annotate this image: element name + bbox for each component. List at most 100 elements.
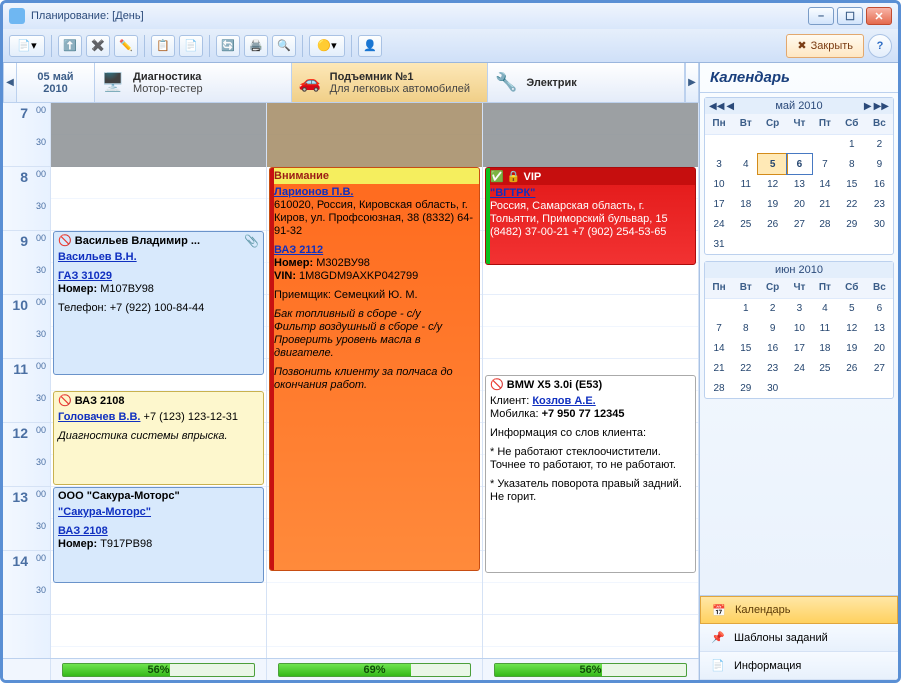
- appointment[interactable]: 🚫 BMW X5 3.0i (E53)Клиент: Козлов А.Е.Мо…: [485, 375, 696, 573]
- calendar-day[interactable]: 6: [866, 298, 893, 318]
- calendar-day[interactable]: 14: [705, 338, 733, 358]
- print-button[interactable]: 🖨️: [244, 35, 268, 57]
- calendar-day[interactable]: 10: [787, 318, 812, 338]
- calendar-day[interactable]: 24: [705, 214, 733, 234]
- calendar-day[interactable]: 8: [733, 318, 758, 338]
- calendar-day[interactable]: 26: [838, 358, 866, 378]
- filter-button[interactable]: 🟡▾: [309, 35, 345, 57]
- resource-header-diag[interactable]: 🖥️ ДиагностикаМотор-тестер: [95, 63, 292, 102]
- client-link[interactable]: "ВГТРК": [490, 187, 535, 199]
- tab-templates[interactable]: 📌Шаблоны заданий: [700, 624, 898, 652]
- lane-elec[interactable]: ✅ 🔒 VIP"ВГТРК"Россия, Самарская область,…: [483, 103, 699, 658]
- calendar-day[interactable]: 22: [733, 358, 758, 378]
- resource-header-lift[interactable]: 🚗 Подъемник №1Для легковых автомобилей: [292, 63, 489, 102]
- copy-button[interactable]: 📋: [151, 35, 175, 57]
- calendar-day[interactable]: 18: [812, 338, 838, 358]
- calendar-day[interactable]: 16: [866, 174, 893, 194]
- calendar-day[interactable]: 25: [812, 358, 838, 378]
- appointment[interactable]: 🚫 ВАЗ 2108Головачев В.В. +7 (123) 123-12…: [53, 391, 264, 485]
- calendar-day[interactable]: 29: [733, 378, 758, 398]
- cal-next-fast-button[interactable]: ▶▶: [874, 101, 889, 112]
- cal-prev-button[interactable]: ◀: [726, 101, 734, 112]
- calendar-day[interactable]: 17: [705, 194, 733, 214]
- calendar-day[interactable]: 13: [866, 318, 893, 338]
- help-button[interactable]: ?: [868, 34, 892, 58]
- car-link[interactable]: ВАЗ 2108: [58, 525, 108, 537]
- calendar-day[interactable]: 22: [838, 194, 866, 214]
- calendar-day[interactable]: 3: [787, 298, 812, 318]
- appointment[interactable]: ✅ 🔒 VIP"ВГТРК"Россия, Самарская область,…: [485, 167, 696, 265]
- calendar-day[interactable]: 27: [787, 214, 812, 234]
- calendar-day[interactable]: 24: [787, 358, 812, 378]
- delete-button[interactable]: ✖️: [86, 35, 110, 57]
- calendar-day[interactable]: 20: [866, 338, 893, 358]
- client-link[interactable]: Козлов А.Е.: [532, 395, 595, 407]
- date-header[interactable]: 05 май 2010: [17, 63, 95, 102]
- lane-lift[interactable]: ВниманиеЛарионов П.В.610020, Россия, Кир…: [267, 103, 483, 658]
- calendar-day[interactable]: 12: [758, 174, 786, 194]
- calendar-day[interactable]: 3: [705, 154, 733, 174]
- move-up-button[interactable]: ⬆️: [58, 35, 82, 57]
- calendar-day[interactable]: 5: [758, 154, 786, 174]
- calendar-day[interactable]: 11: [733, 174, 758, 194]
- calendar-day[interactable]: 27: [866, 358, 893, 378]
- calendar-day[interactable]: 29: [838, 214, 866, 234]
- user-button[interactable]: 👤: [358, 35, 382, 57]
- calendar-day[interactable]: 15: [733, 338, 758, 358]
- calendar-day[interactable]: 28: [812, 214, 838, 234]
- calendar-day[interactable]: 7: [705, 318, 733, 338]
- prev-day-button[interactable]: ◀: [3, 63, 17, 102]
- calendar-day[interactable]: 12: [838, 318, 866, 338]
- paste-button[interactable]: 📄: [179, 35, 203, 57]
- appointment[interactable]: ООО "Сакура-Моторс""Сакура-Моторс"ВАЗ 21…: [53, 487, 264, 583]
- calendar-day[interactable]: 7: [812, 154, 838, 174]
- refresh-button[interactable]: 🔄: [216, 35, 240, 57]
- lane-diag[interactable]: 🚫 Васильев Владимир ...📎Васильев В.Н.ГАЗ…: [51, 103, 267, 658]
- client-link[interactable]: Ларионов П.В.: [274, 186, 353, 198]
- calendar-day[interactable]: 5: [838, 298, 866, 318]
- calendar-day[interactable]: 30: [758, 378, 786, 398]
- close-window-button[interactable]: ✕: [866, 7, 892, 25]
- tab-info[interactable]: 📄Информация: [700, 652, 898, 680]
- calendar-day[interactable]: 26: [758, 214, 786, 234]
- calendar-day[interactable]: 1: [733, 298, 758, 318]
- minimize-button[interactable]: –: [808, 7, 834, 25]
- calendar-day[interactable]: 15: [838, 174, 866, 194]
- cal-prev-fast-button[interactable]: ◀◀: [709, 101, 724, 112]
- calendar-day[interactable]: 10: [705, 174, 733, 194]
- maximize-button[interactable]: ☐: [837, 7, 863, 25]
- appointment[interactable]: 🚫 Васильев Владимир ...📎Васильев В.Н.ГАЗ…: [53, 231, 264, 375]
- calendar-day[interactable]: 30: [866, 214, 893, 234]
- tab-calendar[interactable]: 📅Календарь: [700, 596, 898, 624]
- calendar-day[interactable]: 13: [787, 174, 812, 194]
- calendar-day[interactable]: 23: [758, 358, 786, 378]
- calendar-day[interactable]: 18: [733, 194, 758, 214]
- calendar-day[interactable]: 21: [705, 358, 733, 378]
- calendar-day[interactable]: 31: [705, 234, 733, 254]
- appointment[interactable]: ВниманиеЛарионов П.В.610020, Россия, Кир…: [269, 167, 480, 571]
- next-day-button[interactable]: ▶: [685, 63, 699, 102]
- car-link[interactable]: ГАЗ 31029: [58, 270, 112, 282]
- calendar-day[interactable]: 14: [812, 174, 838, 194]
- car-link[interactable]: ВАЗ 2112: [274, 244, 323, 256]
- calendar-day[interactable]: 4: [812, 298, 838, 318]
- calendar-day[interactable]: 16: [758, 338, 786, 358]
- calendar-day[interactable]: 9: [866, 154, 893, 174]
- calendar-day[interactable]: 6: [787, 154, 812, 174]
- calendar-day[interactable]: 19: [758, 194, 786, 214]
- cal-next-button[interactable]: ▶: [864, 101, 872, 112]
- preview-button[interactable]: 🔍: [272, 35, 296, 57]
- client-link[interactable]: "Сакура-Моторс": [58, 506, 151, 518]
- calendar-day[interactable]: 8: [838, 154, 866, 174]
- calendar-day[interactable]: 19: [838, 338, 866, 358]
- calendar-day[interactable]: 21: [812, 194, 838, 214]
- close-button[interactable]: ✖ Закрыть: [786, 34, 864, 58]
- calendar-day[interactable]: 1: [838, 134, 866, 154]
- calendar-day[interactable]: 20: [787, 194, 812, 214]
- calendar-day[interactable]: 23: [866, 194, 893, 214]
- calendar-day[interactable]: 17: [787, 338, 812, 358]
- calendar-day[interactable]: 25: [733, 214, 758, 234]
- calendar-day[interactable]: 2: [866, 134, 893, 154]
- calendar-day[interactable]: 4: [733, 154, 758, 174]
- calendar-day[interactable]: 28: [705, 378, 733, 398]
